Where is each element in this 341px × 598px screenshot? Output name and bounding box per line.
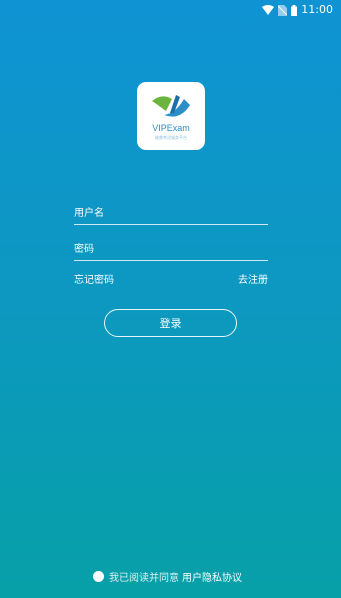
no-sim-icon xyxy=(278,4,288,16)
password-input[interactable] xyxy=(74,240,264,258)
logo-mark-icon xyxy=(152,95,190,117)
battery-icon xyxy=(291,4,298,16)
username-field xyxy=(74,202,268,225)
login-button[interactable]: 登录 xyxy=(104,309,237,337)
status-icons: 11:00 xyxy=(262,3,333,17)
agree-radio[interactable] xyxy=(93,571,104,582)
username-input[interactable] xyxy=(74,204,264,222)
status-time: 11:00 xyxy=(301,3,333,16)
status-bar: 11:00 xyxy=(0,0,341,20)
privacy-policy-link[interactable]: 用户隐私协议 xyxy=(182,569,242,584)
register-link[interactable]: 去注册 xyxy=(238,271,268,286)
password-field xyxy=(74,238,268,261)
app-logo: VIPExam 维普考试服务平台 xyxy=(137,82,205,150)
privacy-agreement: 我已阅读并同意 用户隐私协议 xyxy=(93,569,242,584)
wifi-icon xyxy=(262,5,275,15)
forgot-password-link[interactable]: 忘记密码 xyxy=(74,271,114,286)
logo-tagline: 维普考试服务平台 xyxy=(155,135,187,140)
agreement-text: 我已阅读并同意 xyxy=(109,573,179,584)
logo-name: VIPExam xyxy=(152,123,190,133)
